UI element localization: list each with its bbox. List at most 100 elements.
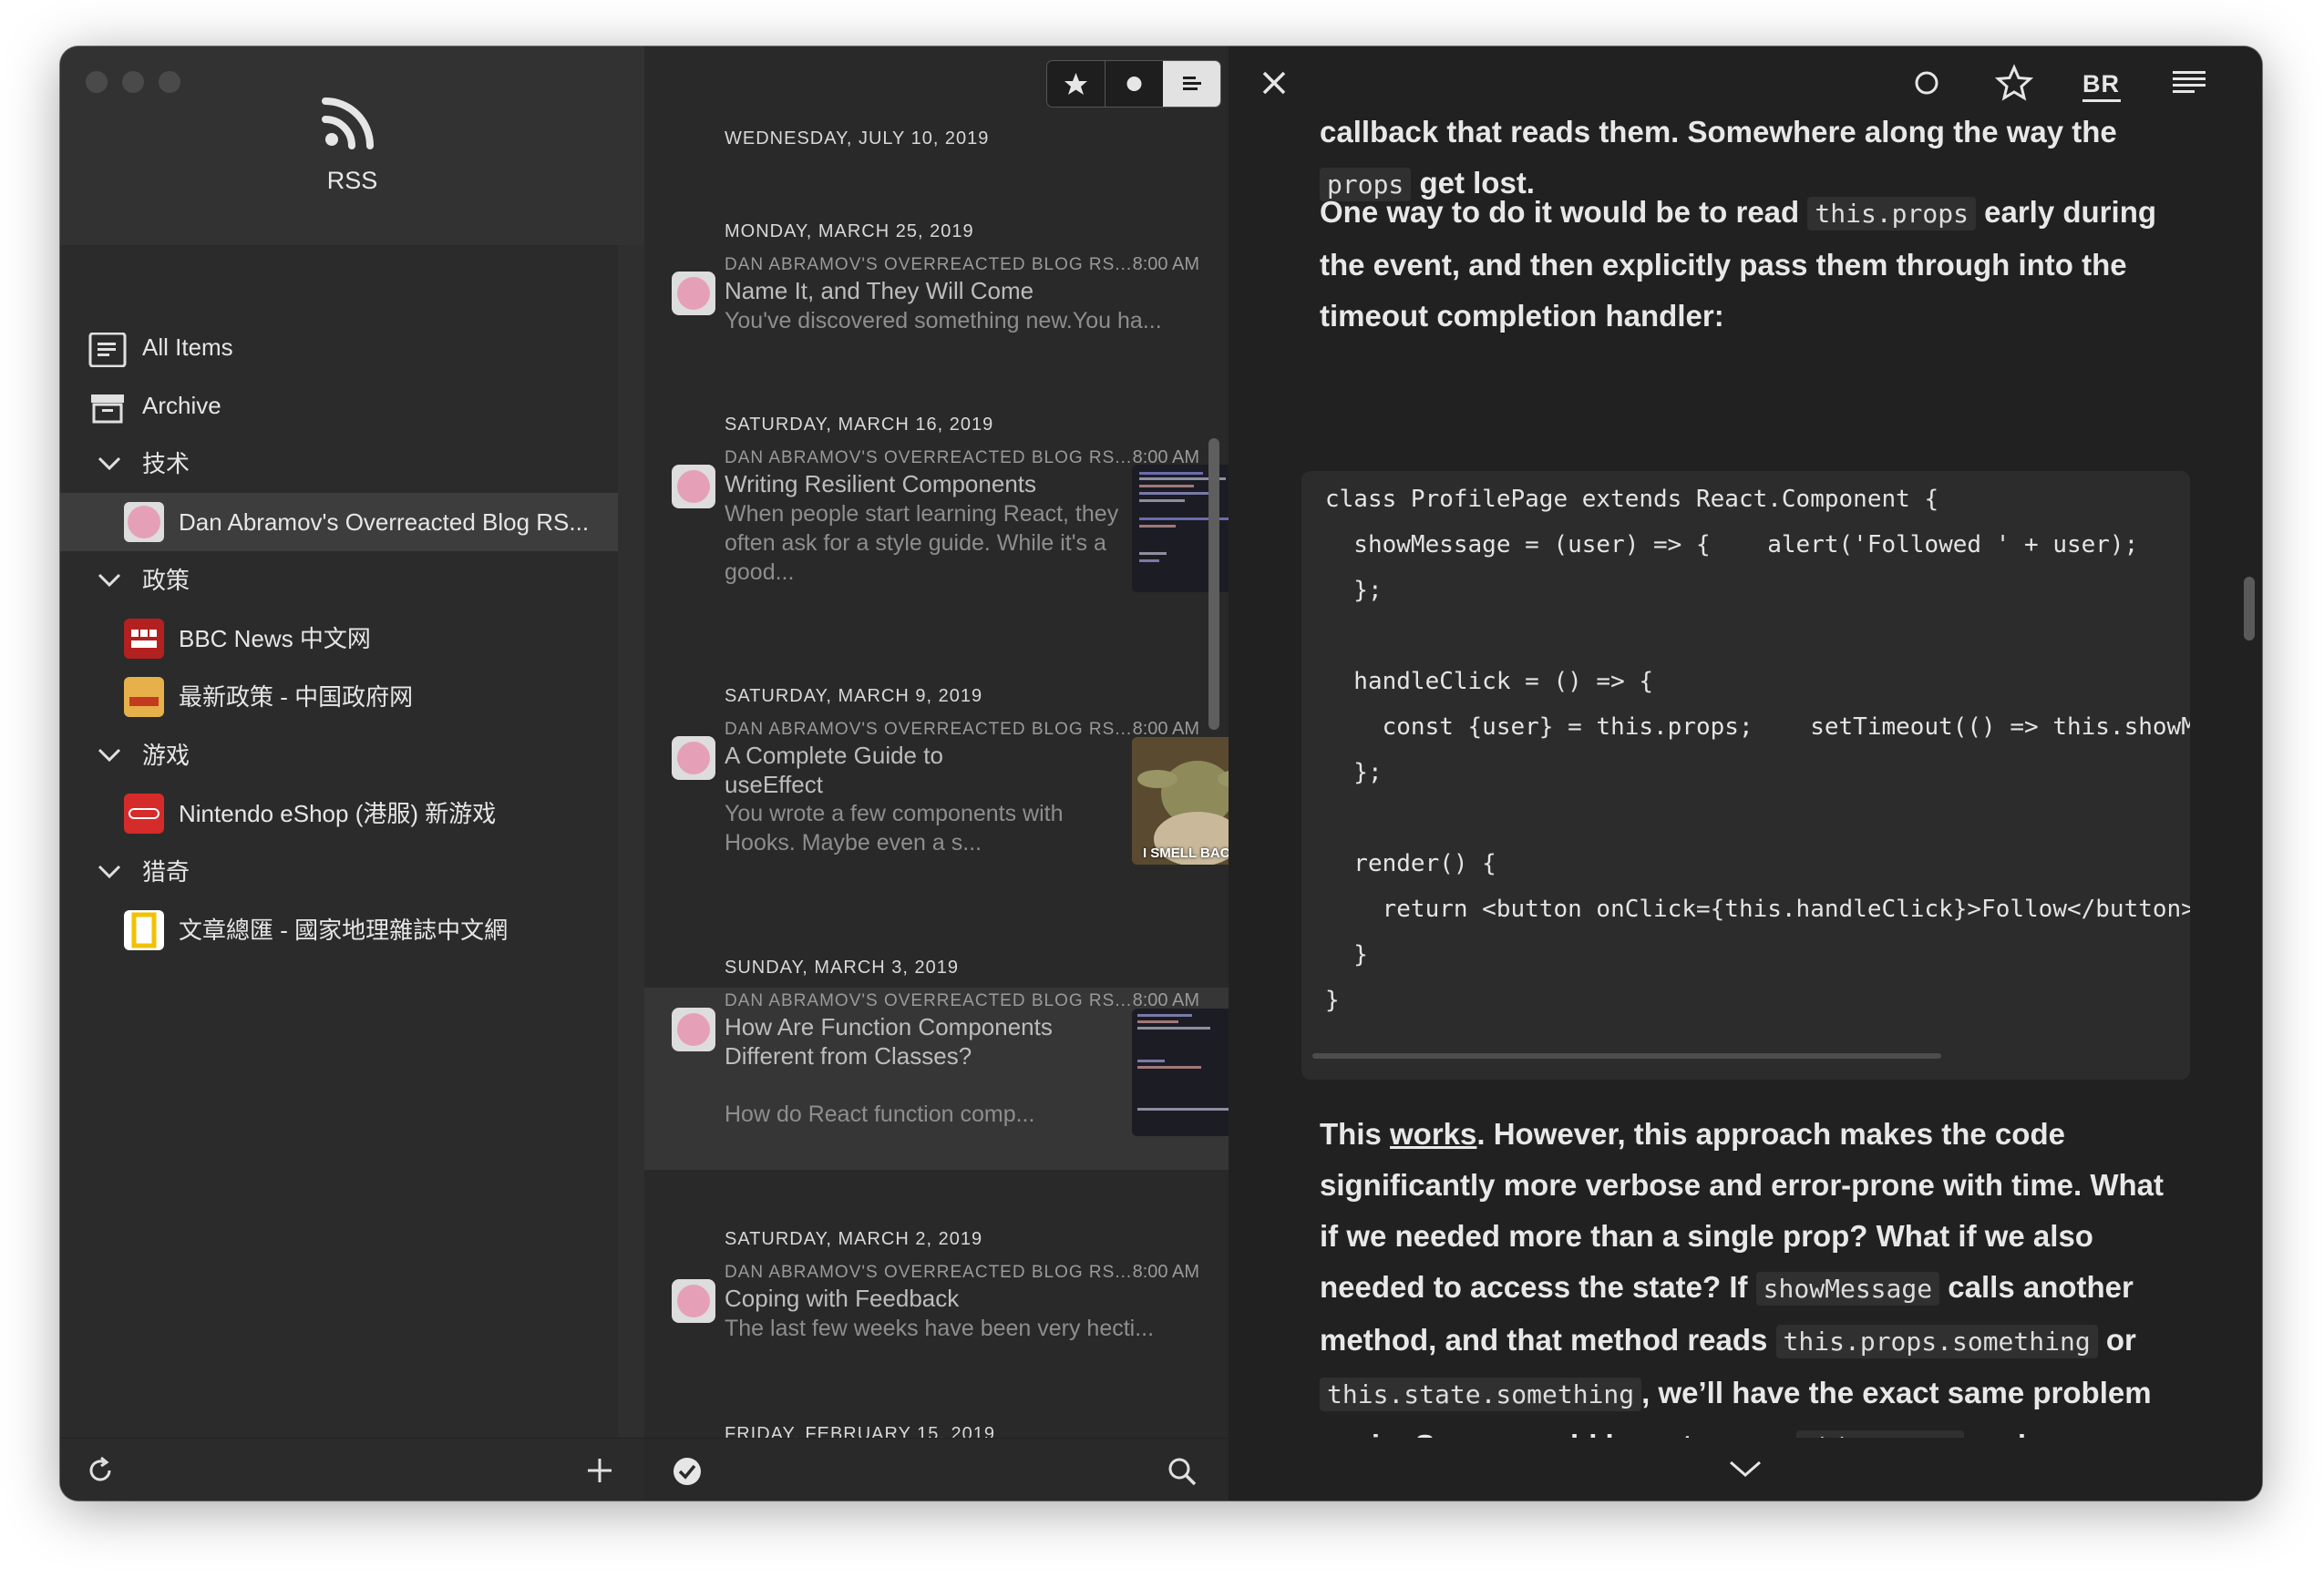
item-source: DAN ABRAMOV'S OVERREACTED BLOG RS... [725,991,1133,1010]
close-window-button[interactable] [86,71,108,93]
sidebar-feed-overreacted[interactable]: Dan Abramov's Overreacted Blog RS... [60,493,644,551]
code-line: showMessage = (user) => { alert('Followe… [1325,531,2139,558]
works-link[interactable]: works [1390,1117,1476,1151]
rss-icon [322,97,374,149]
code-block[interactable]: class ProfilePage extends React.Componen… [1301,471,2190,1080]
item-snippet: When people start learning React, they o… [725,501,1119,585]
zoom-window-button[interactable] [159,71,180,93]
chevron-down-icon[interactable] [1726,1452,1764,1485]
item-title: How Are Function Components Different fr… [725,1013,1053,1070]
archive-icon [91,394,124,424]
feed-label: Nintendo eShop (港服) 新游戏 [179,800,497,827]
item-snippet: How do React function comp... [725,1102,1035,1127]
sidebar-scrollbar-track[interactable] [618,245,644,1438]
text: calls another [1948,1270,2134,1304]
date-header: SUNDAY, MARCH 3, 2019 [725,958,960,978]
filter-segmented-control[interactable] [1046,60,1221,108]
close-icon[interactable] [1252,61,1296,105]
app-name: RSS [326,167,378,194]
circle-icon[interactable] [1905,61,1949,105]
list-scrollbar[interactable] [1208,438,1219,730]
item-source: DAN ABRAMOV'S OVERREACTED BLOG RS... [725,720,1133,739]
list-item[interactable]: DAN ABRAMOV'S OVERREACTED BLOG RS... 8:0… [644,251,1229,352]
inline-code: this.props.something [1775,1325,2098,1358]
item-source: DAN ABRAMOV'S OVERREACTED BLOG RS... [725,255,1133,274]
inline-code: this.state.something [1320,1378,1642,1411]
filter-all[interactable] [1163,61,1220,107]
list-item[interactable]: DAN ABRAMOV'S OVERREACTED BLOG RS... 8:0… [644,1259,1229,1359]
all-items-icon [88,333,127,367]
sidebar-feed-gov-cn[interactable]: 最新政策 - 中国政府网 [60,668,644,726]
star-outline-icon[interactable] [1992,61,2036,105]
sidebar-feed-natgeo[interactable]: 文章總匯 - 國家地理雜誌中文網 [60,901,644,959]
feed-label: BBC News 中文网 [179,625,371,652]
feed-label: Dan Abramov's Overreacted Blog RS... [179,508,590,536]
natgeo-favicon [124,910,164,950]
text: again. So we would have to pass [1320,1429,1787,1438]
bionic-reading-icon[interactable]: BR [2080,61,2123,105]
inline-code: this.props [1807,197,1976,231]
overreacted-favicon [672,1279,715,1323]
refresh-icon[interactable] [86,1456,115,1485]
group-header-policy[interactable]: 政策 [60,551,644,610]
feed-label: 最新政策 - 中国政府网 [179,683,414,711]
sidebar-item-all-items[interactable]: All Items [60,318,644,376]
checkmark-circle-icon[interactable] [672,1456,703,1487]
code-line: render() { [1325,850,1496,877]
reader-lines-icon[interactable] [2167,61,2211,105]
code-line: } [1325,987,1340,1014]
text: or [2105,1323,2136,1357]
text: the event, and then explicitly pass them… [1320,248,2127,282]
nintendo-favicon [124,794,164,834]
item-snippet: The last few weeks have been very hecti.… [725,1316,1155,1341]
text: , we’ll have the exact same problem [1641,1376,2152,1409]
sidebar-feed-bbc[interactable]: BBC News 中文网 [60,610,644,668]
article-content: callback that reads them. Somewhere alon… [1229,119,2262,1438]
plus-icon[interactable] [585,1456,614,1485]
feed-list: All Items Archive 技术 Dan Abramov's Overr… [60,245,644,1438]
sidebar-feed-nintendo[interactable]: Nintendo eShop (港服) 新游戏 [60,784,644,843]
text: callback that reads them. Somewhere alon… [1320,119,2117,149]
item-source: DAN ABRAMOV'S OVERREACTED BLOG RS... [725,448,1133,467]
list-item[interactable]: DAN ABRAMOV'S OVERREACTED BLOG RS... 8:0… [644,716,1261,876]
text: method, and that method reads [1320,1323,1768,1357]
item-title: Coping with Feedback [725,1285,960,1312]
code-horizontal-scrollbar[interactable] [1312,1053,1941,1059]
bionic-reading-label: BR [2082,70,2120,97]
share-icon[interactable] [2255,61,2262,105]
code-line: const {user} = this.props; setTimeout(()… [1382,713,2190,741]
code-line: }; [1325,759,1383,786]
paragraph: This works. However, this approach makes… [1320,1109,2176,1438]
sidebar-footer [60,1438,644,1501]
list-item-selected[interactable]: DAN ABRAMOV'S OVERREACTED BLOG RS... 8:0… [644,988,1261,1170]
chevron-down-icon[interactable] [97,568,122,593]
group-header-curious[interactable]: 猎奇 [60,843,644,901]
inline-code: this.props [1795,1430,1965,1438]
dot-icon [1126,77,1142,91]
date-header: SATURDAY, MARCH 9, 2019 [725,686,983,706]
date-header: SATURDAY, MARCH 16, 2019 [725,415,994,435]
group-header-tech[interactable]: 技术 [60,435,644,493]
article-list: WEDNESDAY, JULY 10, 2019 MONDAY, MARCH 2… [644,46,1261,1501]
chevron-down-icon[interactable] [97,859,122,885]
chevron-down-icon[interactable] [97,743,122,768]
filter-unread[interactable] [1105,61,1164,107]
group-label: 游戏 [142,742,190,769]
filter-starred[interactable] [1047,61,1105,107]
search-icon[interactable] [1167,1456,1198,1487]
item-time: 8:00 AM [1132,254,1199,274]
item-title: A Complete Guide to useEffect [725,742,943,798]
minimize-window-button[interactable] [122,71,144,93]
sidebar: RSS All Items Archive 技术 Dan Abramov's O… [60,46,644,1501]
text: timeout completion handler: [1320,299,1724,333]
date-header: MONDAY, MARCH 25, 2019 [725,221,974,241]
feed-label: 文章總匯 - 國家地理雜誌中文網 [179,917,509,944]
group-header-games[interactable]: 游戏 [60,726,644,784]
sidebar-item-archive[interactable]: Archive [60,376,644,435]
chevron-down-icon[interactable] [97,451,122,476]
text: significantly more verbose and error-pro… [1320,1168,2164,1202]
item-title: Name It, and They Will Come [725,277,1034,304]
code-line: }; [1325,577,1383,604]
article-scrollbar[interactable] [2244,577,2255,640]
list-item[interactable]: DAN ABRAMOV'S OVERREACTED BLOG RS... 8:0… [644,445,1261,599]
